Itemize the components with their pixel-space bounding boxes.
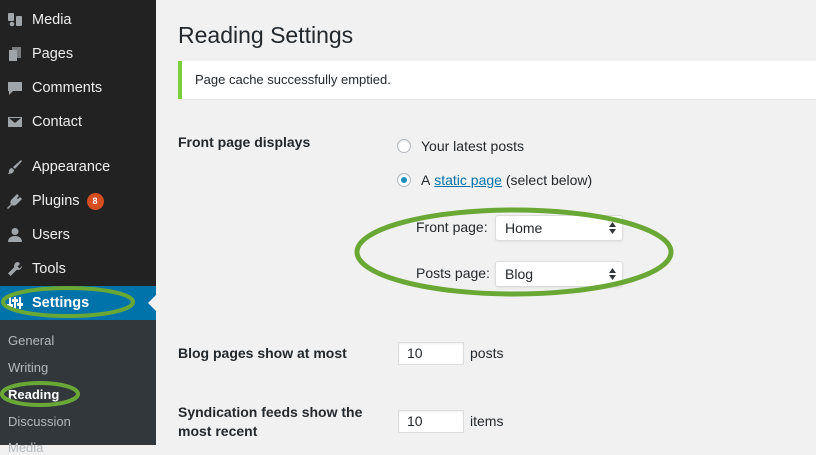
- media-icon: [6, 11, 24, 29]
- select-arrows-icon: [609, 268, 616, 280]
- admin-sidebar: Media Pages Comments Contact Appearance …: [0, 0, 156, 455]
- update-count-badge: 8: [86, 192, 104, 210]
- posts-unit-label: posts: [470, 345, 504, 361]
- wrench-icon: [6, 260, 24, 278]
- settings-submenu: General Writing Reading Discussion Media: [0, 320, 156, 455]
- radio-button-selected[interactable]: [397, 173, 411, 187]
- sidebar-item-contact[interactable]: Contact: [0, 105, 156, 139]
- radio-button[interactable]: [397, 139, 411, 153]
- submenu-item-media[interactable]: Media: [8, 440, 43, 455]
- radio-latest-posts[interactable]: Your latest posts: [397, 138, 524, 154]
- blog-pages-label: Blog pages show at most: [178, 345, 347, 361]
- select-value: Blog: [505, 266, 534, 282]
- sidebar-item-appearance[interactable]: Appearance: [0, 150, 156, 184]
- syndication-label-line1: Syndication feeds show the: [178, 404, 363, 420]
- envelope-icon: [6, 113, 24, 131]
- sidebar-item-label: Contact: [32, 114, 82, 130]
- sidebar-item-label: Users: [32, 227, 70, 243]
- sidebar-item-settings[interactable]: Settings: [0, 286, 156, 320]
- sidebar-item-label: Plugins: [32, 193, 80, 209]
- users-icon: [6, 226, 24, 244]
- front-page-select-label: Front page:: [416, 219, 488, 235]
- radio-label-prefix: A: [421, 172, 431, 188]
- sidebar-item-pages[interactable]: Pages: [0, 37, 156, 71]
- comments-icon: [6, 79, 24, 97]
- sidebar-item-label: Settings: [32, 295, 90, 311]
- items-unit-label: items: [470, 413, 504, 429]
- radio-label: Your latest posts: [421, 138, 524, 154]
- sidebar-item-label: Pages: [32, 46, 74, 62]
- select-arrows-icon: [609, 222, 616, 234]
- static-page-link[interactable]: static page: [434, 172, 502, 188]
- success-notice: Page cache successfully emptied.: [178, 61, 816, 99]
- front-page-select[interactable]: Home: [495, 215, 623, 241]
- syndication-label-line2: most recent: [178, 423, 258, 439]
- sidebar-item-plugins[interactable]: Plugins 8: [0, 184, 156, 218]
- radio-static-page[interactable]: A static page (select below): [397, 172, 592, 188]
- posts-page-select-label: Posts page:: [416, 265, 490, 281]
- plugin-icon: [6, 192, 24, 210]
- paintbrush-icon: [6, 158, 24, 176]
- sidebar-item-comments[interactable]: Comments: [0, 71, 156, 105]
- submenu-item-reading[interactable]: Reading: [8, 387, 59, 402]
- sidebar-item-label: Media: [32, 12, 72, 28]
- feed-items-input[interactable]: 10: [398, 410, 464, 433]
- settings-icon: [6, 294, 24, 312]
- posts-page-select[interactable]: Blog: [495, 261, 623, 287]
- radio-label-suffix: (select below): [505, 172, 593, 188]
- front-page-displays-label: Front page displays: [178, 134, 311, 150]
- sidebar-item-media[interactable]: Media: [0, 3, 156, 37]
- sidebar-item-users[interactable]: Users: [0, 218, 156, 252]
- current-menu-arrow: [148, 295, 156, 311]
- posts-per-page-input[interactable]: 10: [398, 342, 464, 365]
- pages-icon: [6, 45, 24, 63]
- sidebar-item-label: Tools: [32, 261, 66, 277]
- sidebar-item-label: Appearance: [32, 159, 111, 175]
- sidebar-item-label: Comments: [32, 80, 103, 96]
- page-title: Reading Settings: [178, 22, 354, 48]
- select-value: Home: [505, 220, 543, 236]
- submenu-item-general[interactable]: General: [8, 333, 54, 348]
- submenu-item-writing[interactable]: Writing: [8, 360, 48, 375]
- sidebar-item-tools[interactable]: Tools: [0, 252, 156, 286]
- submenu-item-discussion[interactable]: Discussion: [8, 414, 71, 429]
